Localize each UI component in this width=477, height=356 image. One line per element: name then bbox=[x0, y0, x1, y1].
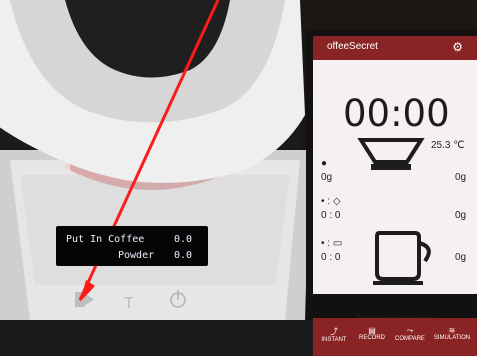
scale-line-2: Powder bbox=[118, 250, 155, 261]
app-title: offeeSecret bbox=[327, 41, 378, 52]
weight-right-2: 0g bbox=[455, 210, 467, 221]
scale-value-1: 0.0 bbox=[174, 234, 193, 245]
timer-display: 00:00 bbox=[343, 92, 450, 135]
nav-record[interactable]: ▤ RECORD bbox=[351, 326, 393, 341]
ratio-2: 0 : 0 bbox=[321, 252, 341, 263]
compare-icon: ⤳ bbox=[406, 326, 414, 335]
gear-icon[interactable]: ⚙ bbox=[452, 40, 463, 54]
trend-icon: ⤴ bbox=[330, 327, 338, 336]
document-icon: ▤ bbox=[368, 326, 376, 335]
nav-record-label: RECORD bbox=[358, 335, 385, 341]
weight-right-1: 0g bbox=[455, 172, 467, 183]
cup-ratio-icon: • : ▭ bbox=[321, 238, 343, 249]
nav-compare-label: COMPARE bbox=[395, 336, 425, 342]
scale-line-1: Put In Coffee bbox=[66, 234, 145, 245]
svg-text:T: T bbox=[124, 295, 134, 312]
scale-display: Put In Coffee Powder 0.0 0.0 bbox=[56, 226, 208, 266]
nav-simulation[interactable]: ≋ SIMULATION bbox=[431, 326, 473, 341]
scale-value-2: 0.0 bbox=[174, 250, 193, 261]
dripper-icon bbox=[357, 138, 425, 170]
bean-icon: ● bbox=[321, 158, 328, 169]
weight-left-1: 0g bbox=[321, 172, 333, 183]
app-body: 00:00 25.3 ℃ ● 0g 0g • : ◇ 0 : 0 0g • : … bbox=[313, 60, 477, 324]
phone-screen: offeeSecret ⚙ 00:00 25.3 ℃ ● 0g 0g • : ◇… bbox=[313, 36, 477, 356]
nav-compare[interactable]: ⤳ COMPARE bbox=[389, 326, 431, 342]
kettle-ratio-icon: • : ◇ bbox=[321, 196, 341, 207]
weight-right-3: 0g bbox=[455, 252, 467, 263]
nav-instant[interactable]: ⤴ INSTANT bbox=[313, 326, 355, 343]
ratio-1: 0 : 0 bbox=[321, 210, 341, 221]
nav-simulation-label: SIMULATION bbox=[433, 335, 471, 341]
nav-instant-label: INSTANT bbox=[321, 337, 347, 343]
server-icon bbox=[373, 231, 431, 285]
app-header: offeeSecret ⚙ bbox=[313, 36, 477, 60]
simulation-icon: ≋ bbox=[448, 326, 456, 335]
photo-scene: T offeeSecret ⚙ 00:00 25.3 ℃ ● 0g 0g • :… bbox=[0, 0, 477, 356]
temperature-readout: 25.3 ℃ bbox=[431, 140, 465, 151]
